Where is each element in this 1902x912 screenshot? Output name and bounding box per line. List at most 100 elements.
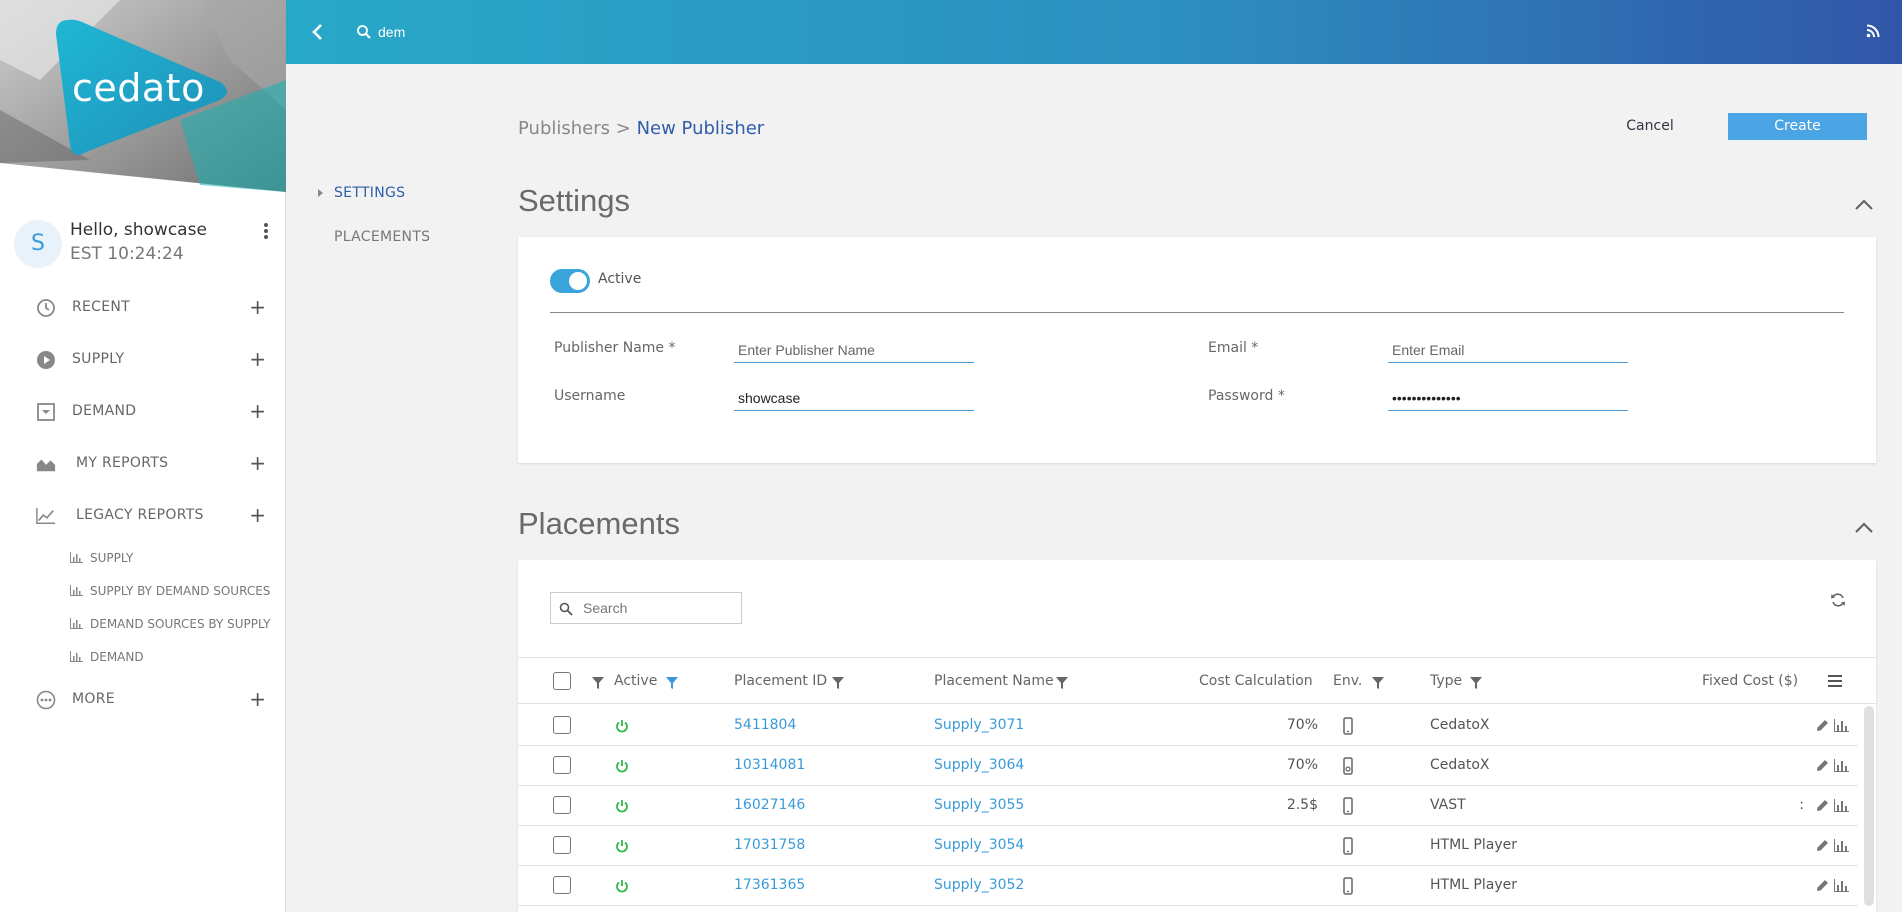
mobile-icon	[1342, 797, 1354, 815]
sidebar-item-label: LEGACY REPORTS	[76, 507, 204, 523]
plus-icon[interactable]: +	[249, 451, 266, 475]
bar-chart-icon	[70, 552, 83, 563]
filter-icon[interactable]	[666, 677, 678, 689]
bar-chart-icon[interactable]	[1834, 799, 1849, 812]
power-icon[interactable]	[615, 799, 629, 813]
chevron-left-icon[interactable]	[306, 20, 330, 44]
placement-name-link[interactable]: Supply_3054	[934, 837, 1024, 853]
area-chart-icon	[36, 459, 56, 472]
column-header-cost-calculation[interactable]: Cost Calculation	[1199, 673, 1313, 689]
power-icon[interactable]	[615, 839, 629, 853]
search-icon	[357, 25, 371, 39]
row-checkbox[interactable]	[553, 836, 571, 854]
divider	[550, 312, 1844, 313]
table-scrollbar[interactable]	[1864, 706, 1874, 906]
chevron-up-icon[interactable]	[1854, 520, 1874, 534]
placements-search-input[interactable]	[583, 597, 733, 619]
section-nav-settings[interactable]: SETTINGS	[334, 185, 405, 201]
filter-icon[interactable]	[1372, 677, 1384, 689]
placement-name-link[interactable]: Supply_3052	[934, 877, 1024, 893]
placement-id-link[interactable]: 16027146	[734, 797, 805, 813]
placement-name-link[interactable]: Supply_3055	[934, 797, 1024, 813]
placement-id-link[interactable]: 5411804	[734, 717, 796, 733]
email-field[interactable]	[1388, 337, 1628, 363]
plus-icon[interactable]: +	[249, 687, 266, 711]
plus-icon[interactable]: +	[249, 295, 266, 319]
plus-icon[interactable]: +	[249, 399, 266, 423]
avatar[interactable]: S	[14, 220, 62, 268]
sidebar: cedato S Hello, showcase EST 10:24:24 RE…	[0, 0, 286, 912]
select-all-checkbox[interactable]	[553, 672, 571, 690]
rss-icon[interactable]	[1866, 24, 1880, 38]
password-label: Password *	[1208, 388, 1285, 404]
row-checkbox[interactable]	[553, 876, 571, 894]
user-panel: S Hello, showcase EST 10:24:24	[14, 218, 274, 268]
line-chart-icon	[36, 507, 56, 524]
filter-icon[interactable]	[592, 677, 604, 689]
filter-icon[interactable]	[1470, 677, 1482, 689]
refresh-icon[interactable]	[1830, 592, 1846, 608]
plus-icon[interactable]: +	[249, 347, 266, 371]
global-search-input[interactable]	[378, 20, 578, 44]
placement-id-link[interactable]: 17031758	[734, 837, 805, 853]
row-checkbox[interactable]	[553, 716, 571, 734]
sidebar-item-recent[interactable]: RECENT +	[36, 295, 266, 320]
bar-chart-icon[interactable]	[1834, 759, 1849, 772]
sidebar-item-my-reports[interactable]: MY REPORTS +	[36, 451, 266, 476]
pencil-icon[interactable]	[1816, 799, 1829, 812]
row-checkbox[interactable]	[553, 796, 571, 814]
pencil-icon[interactable]	[1816, 839, 1829, 852]
placement-name-link[interactable]: Supply_3071	[934, 717, 1024, 733]
pencil-icon[interactable]	[1816, 879, 1829, 892]
power-icon[interactable]	[615, 759, 629, 773]
top-bar	[286, 0, 1902, 64]
bar-chart-icon[interactable]	[1834, 719, 1849, 732]
column-header-type[interactable]: Type	[1430, 673, 1462, 689]
placement-id-link[interactable]: 17361365	[734, 877, 805, 893]
clock-readout: EST 10:24:24	[70, 244, 184, 264]
username-field[interactable]	[734, 385, 974, 411]
sidebar-item-legacy-reports[interactable]: LEGACY REPORTS +	[36, 503, 266, 528]
column-header-active[interactable]: Active	[614, 673, 657, 689]
sub-item-label: SUPPLY BY DEMAND SOURCES	[90, 584, 271, 598]
column-header-placement-id[interactable]: Placement ID	[734, 673, 827, 689]
row-checkbox[interactable]	[553, 756, 571, 774]
bar-chart-icon[interactable]	[1834, 879, 1849, 892]
kebab-menu-icon[interactable]	[258, 220, 274, 244]
settings-card: Active Publisher Name * Email * Username…	[518, 237, 1876, 463]
bar-chart-icon[interactable]	[1834, 839, 1849, 852]
publisher-name-field[interactable]	[734, 337, 974, 363]
password-field[interactable]	[1388, 385, 1628, 411]
cancel-button[interactable]: Cancel	[1612, 114, 1688, 138]
breadcrumb-parent[interactable]: Publishers	[518, 118, 610, 139]
column-menu-icon[interactable]	[1828, 675, 1842, 687]
pencil-icon[interactable]	[1816, 719, 1829, 732]
plus-icon[interactable]: +	[249, 503, 266, 527]
active-toggle[interactable]	[550, 269, 590, 293]
placement-name-link[interactable]: Supply_3064	[934, 757, 1024, 773]
sidebar-item-demand[interactable]: DEMAND +	[36, 399, 266, 424]
type-value: CedatoX	[1430, 717, 1490, 733]
sidebar-item-more[interactable]: MORE +	[36, 687, 266, 712]
sidebar-item-label: DEMAND	[72, 403, 137, 419]
mobile-icon	[1342, 717, 1354, 735]
pencil-icon[interactable]	[1816, 759, 1829, 772]
search-icon	[559, 602, 573, 616]
clock-icon	[37, 299, 55, 317]
power-icon[interactable]	[615, 879, 629, 893]
column-header-fixed-cost[interactable]: Fixed Cost ($)	[1702, 673, 1798, 689]
cost-calculation-value: 2.5$	[1286, 797, 1318, 813]
column-header-env[interactable]: Env.	[1333, 673, 1362, 689]
create-button[interactable]: Create	[1728, 113, 1867, 140]
power-icon[interactable]	[615, 719, 629, 733]
column-header-placement-name[interactable]: Placement Name	[934, 673, 1054, 689]
filter-icon[interactable]	[832, 677, 844, 689]
cost-calculation-value: 70%	[1286, 717, 1318, 733]
placements-card: Active Placement ID Placement Name Cost …	[518, 560, 1876, 912]
chevron-up-icon[interactable]	[1854, 197, 1874, 211]
sidebar-item-label: RECENT	[72, 299, 131, 315]
filter-icon[interactable]	[1056, 677, 1068, 689]
section-nav-placements[interactable]: PLACEMENTS	[334, 229, 430, 245]
sidebar-item-supply[interactable]: SUPPLY +	[36, 347, 266, 372]
placement-id-link[interactable]: 10314081	[734, 757, 805, 773]
